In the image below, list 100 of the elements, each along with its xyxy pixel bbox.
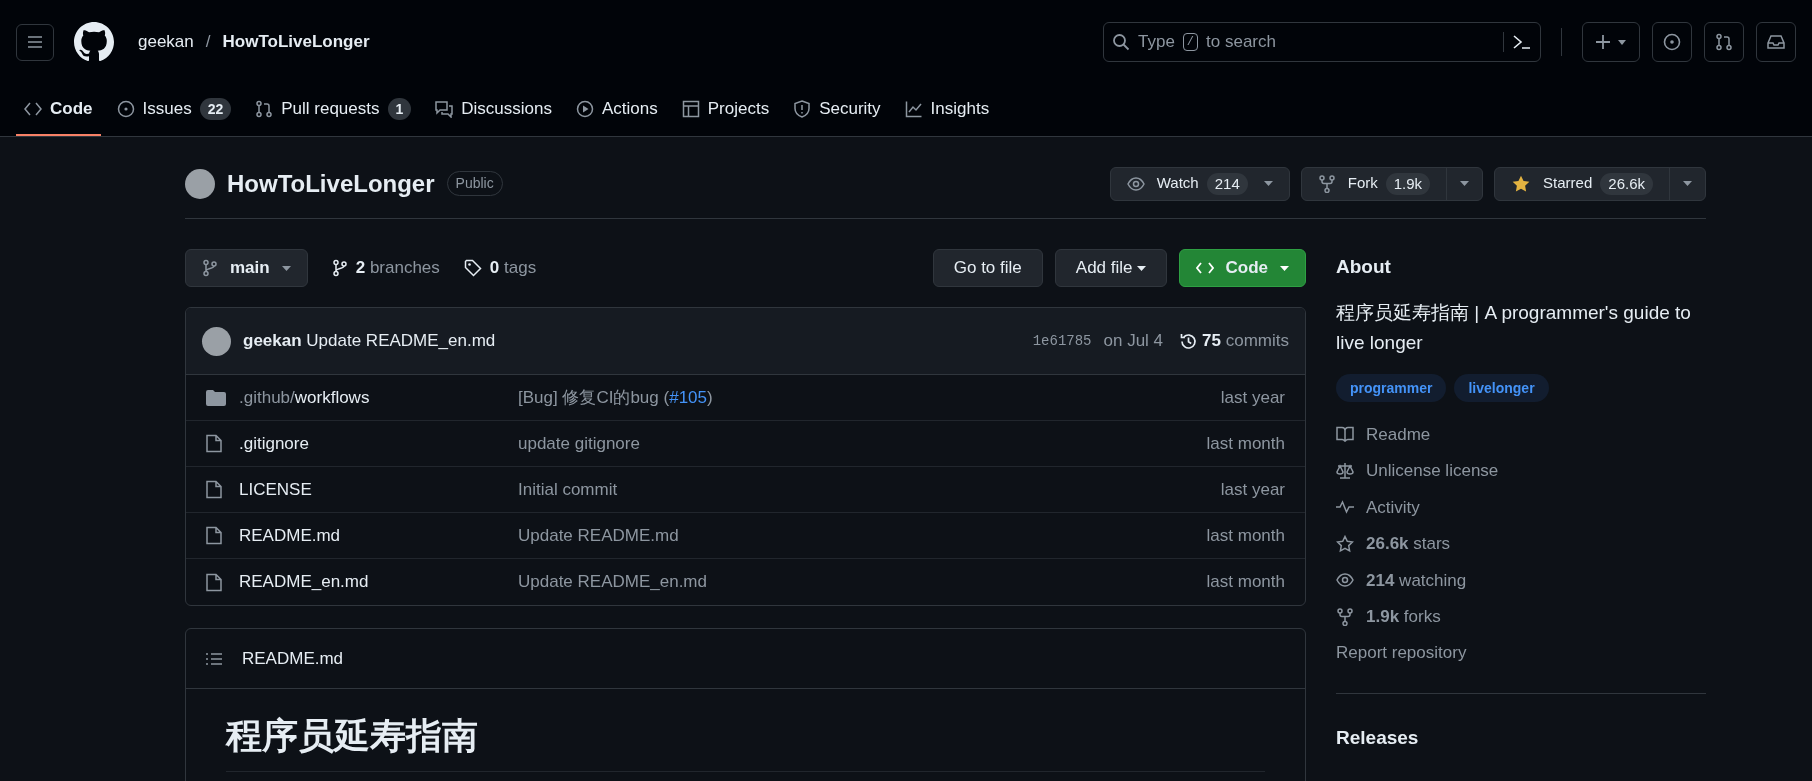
search-placeholder: Type [1138,31,1175,54]
caret-icon [1618,39,1626,45]
repo-tab[interactable]: Code [16,84,101,136]
caret-icon [1136,265,1146,271]
file-name-link[interactable]: LICENSE [239,476,518,503]
search-icon [1112,33,1130,51]
readme-heading: 程序员延寿指南 [226,709,1265,772]
slash-key: / [1182,33,1199,51]
file-name-link[interactable]: README_en.md [239,569,518,595]
file-icon [206,572,222,592]
tags-link[interactable]: 0 tags [463,255,537,281]
search-field[interactable]: Type / to search [1103,22,1541,62]
pull-request-icon [255,100,274,118]
history-icon [1179,331,1199,351]
pull-request-icon [1715,33,1733,51]
plus-icon [1596,35,1610,49]
commit-summary: geekan Update README_en.md [243,330,496,353]
about-link[interactable]: 214 watching [1366,567,1467,593]
tag-icon [463,259,482,277]
about-link[interactable]: 26.6k stars [1366,531,1451,557]
report-repository-link[interactable]: Report repository [1336,639,1706,665]
repo-tab[interactable]: Discussions [427,84,560,136]
fork-icon [1317,174,1336,193]
branch-icon [202,259,218,277]
commit-date: on Jul 4 [1103,330,1164,353]
file-icon [206,434,222,453]
file-name-link[interactable]: README.md [239,522,518,549]
speech-bubbles-icon [435,100,454,118]
caret-icon [281,265,291,271]
star-icon [1336,534,1354,553]
repo-tab[interactable]: Security [785,84,889,136]
create-new-button[interactable] [1582,22,1640,62]
repo-avatar [185,168,215,199]
issues-button[interactable] [1652,22,1692,62]
about-link[interactable]: Unlicense license [1366,458,1499,484]
commit-message: update gitignore [518,432,641,455]
menu-button[interactable] [16,23,54,61]
add-file-button[interactable]: Add file [1054,249,1167,287]
counter: 26.6k [1600,172,1653,195]
code-button[interactable]: Code [1178,249,1306,287]
commit-message: [Bug] 修复CI的bug (#105) [518,386,714,409]
pull-requests-button[interactable] [1704,22,1744,62]
commit-time: last year [1220,478,1285,501]
table-icon [681,100,700,118]
readme-filename[interactable]: README.md [242,645,344,672]
author-avatar [202,326,231,356]
counter: 214 [1206,172,1248,195]
branches-link[interactable]: 2 branches [331,255,440,281]
branch-select[interactable]: main [185,249,308,287]
commit-time: last year [1220,386,1285,409]
topic-tag[interactable]: livelonger [1454,373,1549,402]
go-to-file-button[interactable]: Go to file [932,249,1043,287]
repo-link[interactable]: HowToLiveLonger [222,29,370,55]
repo-title[interactable]: HowToLiveLonger [227,165,435,202]
repo-tab[interactable]: Actions [568,84,666,136]
issue-link[interactable]: #105 [669,387,707,407]
caret-icon [1263,181,1273,186]
repo-tab[interactable]: Insights [896,84,998,136]
counter: 22 [199,98,232,120]
commit-message: Update README.md [518,524,680,547]
caret-icon [1683,181,1692,186]
repo-description: 程序员延寿指南 | A programmer's guide to live longer [1336,300,1692,355]
commit-time: last month [1206,571,1285,594]
repo-tab[interactable]: Issues 22 [108,84,240,136]
commits-link[interactable]: 75 commits [1179,328,1289,354]
folder-icon [206,389,226,406]
file-name-link[interactable]: .gitignore [239,430,518,457]
repo-tab[interactable]: Pull requests 1 [247,84,420,136]
counter: 1 [387,98,412,120]
about-link[interactable]: Activity [1366,494,1420,520]
watch-button[interactable]: Watch 214 [1110,167,1289,200]
commit-message: Initial commit [518,478,619,501]
pulse-icon [1336,498,1354,517]
file-icon [206,526,222,545]
eye-icon [1126,174,1145,193]
about-link[interactable]: 1.9k forks [1366,604,1441,630]
file-name-link[interactable]: .github/workflows [239,384,518,411]
issue-icon [1663,33,1681,51]
list-icon [206,651,222,666]
inbox-button[interactable] [1756,22,1796,62]
menu-icon [27,35,43,49]
about-link[interactable]: Readme [1366,421,1431,447]
branch-icon [331,259,348,277]
commit-sha[interactable]: 1e61785 [1032,330,1092,352]
code-icon [24,100,42,118]
commit-message: Update README_en.md [518,571,708,594]
topic-tag[interactable]: programmer [1336,373,1447,402]
search-placeholder: to search [1206,31,1276,54]
releases-heading: Releases [1336,726,1420,750]
file-icon [206,480,222,499]
octocat-logo-icon[interactable] [74,22,114,62]
terminal-icon[interactable] [1512,34,1532,50]
commit-time: last month [1206,524,1285,547]
counter: 1.9k [1385,172,1431,195]
commit-time: last month [1206,432,1285,455]
repo-tab[interactable]: Projects [673,84,778,136]
about-heading: About [1336,255,1392,279]
caret-icon [1280,265,1289,271]
owner-link[interactable]: geekan [138,29,194,55]
play-icon [576,100,594,118]
